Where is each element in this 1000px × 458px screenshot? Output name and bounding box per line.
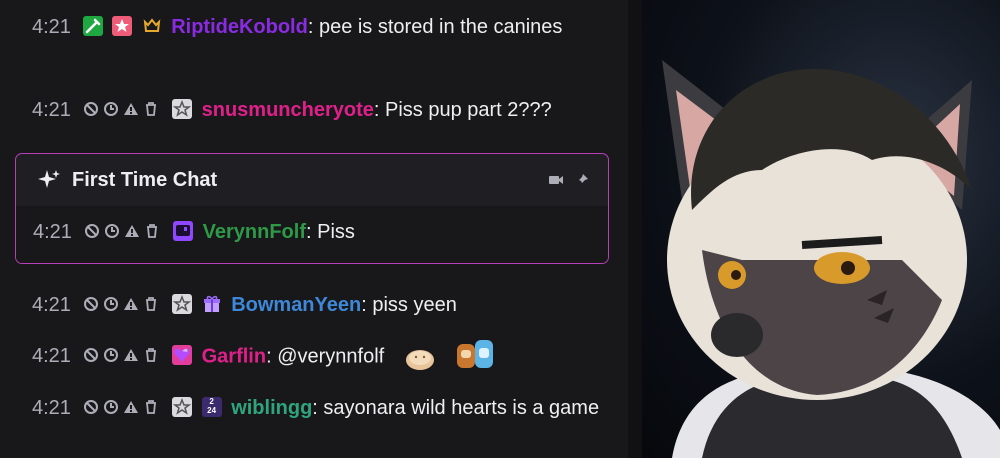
warn-icon[interactable] [123, 101, 139, 117]
camera-icon[interactable] [548, 172, 564, 188]
chat-bubble-badge-icon[interactable] [173, 220, 194, 241]
message-text: : piss yeen [361, 294, 457, 316]
mod-tools [83, 347, 159, 363]
mod-tools [83, 101, 159, 117]
star-badge-icon[interactable] [172, 396, 193, 417]
gift-badge-icon[interactable] [202, 294, 222, 314]
warn-icon[interactable] [123, 347, 139, 363]
timestamp: 4:21 [32, 397, 71, 419]
username[interactable]: RiptideKobold [171, 16, 308, 38]
first-time-chat-title: First Time Chat [72, 168, 218, 191]
chat-scrollbar[interactable] [628, 0, 642, 458]
delete-icon[interactable] [143, 296, 159, 312]
timestamp: 4:21 [32, 345, 71, 368]
message-text: : pee is stored in the canines [307, 16, 563, 38]
calendar-badge-bottom: 24 [207, 405, 217, 415]
first-time-chat-card: First Time Chat 4:21 VerynnFolf: Piss [15, 153, 609, 264]
message-text: : Piss [305, 221, 355, 243]
timestamp: 4:21 [32, 294, 71, 316]
star-badge-icon[interactable] [112, 15, 133, 36]
bread-emote-icon[interactable] [400, 336, 440, 372]
star-badge-icon[interactable] [172, 98, 193, 119]
pin-icon[interactable] [574, 172, 590, 188]
calendar-badge-top: 2 [209, 396, 214, 406]
star-badge-icon[interactable] [172, 293, 193, 314]
first-time-chat-header: First Time Chat [16, 154, 608, 206]
dog-pair-emote-icon[interactable] [455, 336, 495, 372]
heart-gem-badge-icon[interactable] [172, 345, 193, 365]
timestamp: 4:21 [32, 16, 71, 38]
ban-icon[interactable] [83, 296, 99, 312]
ban-icon[interactable] [83, 101, 99, 117]
timeout-icon[interactable] [103, 399, 119, 415]
username[interactable]: snusmuncheryote [202, 99, 374, 121]
timeout-icon[interactable] [103, 347, 119, 363]
first-time-chat-body: 4:21 VerynnFolf: Piss [16, 206, 608, 263]
timestamp: 4:21 [33, 221, 72, 243]
sword-badge-icon[interactable] [82, 15, 103, 36]
chat-message: 4:21 BowmanYeen: piss yeen [32, 289, 612, 322]
crown-badge-icon[interactable] [142, 16, 162, 36]
first-time-chat-actions [548, 172, 590, 188]
mod-tools [83, 399, 159, 415]
chat-message: 4:21 VerynnFolf: Piss [33, 216, 593, 249]
ban-icon[interactable] [83, 347, 99, 363]
message-text: : @verynnfolf [266, 345, 385, 368]
calendar-24-badge-icon[interactable]: 2 24 [201, 396, 222, 417]
delete-icon[interactable] [143, 101, 159, 117]
message-text: : sayonara wild hearts is a game [312, 397, 600, 419]
warn-icon[interactable] [123, 296, 139, 312]
warn-icon[interactable] [123, 399, 139, 415]
username[interactable]: wiblingg [231, 397, 312, 419]
timeout-icon[interactable] [104, 223, 120, 239]
timeout-icon[interactable] [103, 296, 119, 312]
timeout-icon[interactable] [103, 101, 119, 117]
stream-video[interactable] [642, 0, 1000, 458]
ban-icon[interactable] [84, 223, 100, 239]
delete-icon[interactable] [143, 347, 159, 363]
delete-icon[interactable] [144, 223, 160, 239]
chat-message: 4:21 RiptideKobold: pee is stored in the… [32, 11, 612, 44]
mod-tools [84, 223, 160, 239]
warn-icon[interactable] [124, 223, 140, 239]
mod-tools [83, 296, 159, 312]
timestamp: 4:21 [32, 99, 71, 121]
chat-message: 4:21 snusmuncheryote: Piss pup part 2??? [32, 94, 612, 127]
chat-message: 4:21 2 24 wiblingg: sayonara wild hearts… [32, 392, 612, 425]
chat-message: 4:21 Garflin: @verynnfolf [32, 339, 612, 375]
delete-icon[interactable] [143, 399, 159, 415]
wolf-avatar-image [662, 60, 1000, 458]
username[interactable]: VerynnFolf [203, 221, 306, 243]
message-text: : Piss pup part 2??? [373, 99, 552, 121]
username[interactable]: BowmanYeen [231, 294, 361, 316]
username[interactable]: Garflin [202, 345, 266, 367]
sparkle-icon [36, 167, 62, 193]
chat-panel: 4:21 RiptideKobold: pee is stored in the… [0, 0, 628, 458]
ban-icon[interactable] [83, 399, 99, 415]
